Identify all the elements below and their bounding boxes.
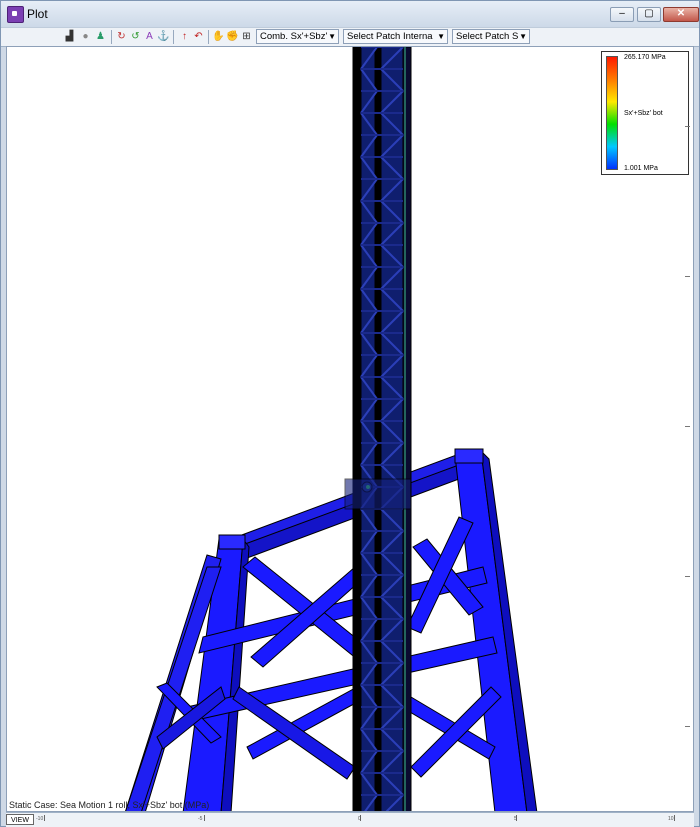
legend-mid-label: Sx'+Sbz' bot	[624, 110, 663, 117]
horizontal-scale: VIEW -10 -5 0 5 10	[6, 812, 694, 827]
color-legend: 265.170 MPa Sx'+Sbz' bot 1.001 MPa	[601, 51, 689, 175]
axis-tick-label: 5	[514, 816, 517, 822]
view-plot-icon[interactable]: ▟	[63, 30, 76, 43]
chevron-down-icon: ▼	[328, 32, 336, 41]
structure-3d-view[interactable]	[7, 47, 694, 812]
arrow-up-icon[interactable]: ↑	[178, 30, 191, 43]
rotate-icon[interactable]: ↻	[115, 30, 128, 43]
plot-viewport[interactable]: 265.170 MPa Sx'+Sbz' bot 1.001 MPa	[6, 46, 694, 812]
patch-interna-select-value: Select Patch Interna	[347, 31, 433, 42]
window-title: Plot	[27, 7, 48, 21]
legend-min-label: 1.001 MPa	[624, 165, 658, 172]
app-icon	[7, 6, 24, 23]
view-label[interactable]: VIEW	[6, 814, 34, 825]
undo-icon[interactable]: ↶	[192, 30, 205, 43]
patch-interna-select[interactable]: Select Patch Interna ▼	[343, 29, 448, 44]
chevron-down-icon: ▼	[519, 32, 527, 41]
maximize-button[interactable]: ▢	[637, 7, 661, 22]
minimize-button[interactable]: –	[610, 7, 634, 22]
jacket-structure	[125, 448, 538, 811]
axis-tick-label: 0	[358, 816, 361, 822]
color-scale-bar	[606, 56, 618, 170]
hand-icon[interactable]: ✋	[212, 30, 225, 43]
legend-max-label: 265.170 MPa	[624, 54, 666, 61]
component-select[interactable]: Comb. Sx'+Sbz' ▼	[256, 29, 339, 44]
chevron-down-icon: ▼	[437, 32, 445, 41]
patch-select[interactable]: Select Patch S ▼	[452, 29, 530, 44]
zoom-fit-icon[interactable]: ⊞	[240, 30, 253, 43]
hand-grab-icon[interactable]: ✊	[226, 30, 239, 43]
vertical-scale	[685, 46, 693, 812]
person-icon[interactable]: ♟	[94, 30, 107, 43]
axis-tick-label: -10	[36, 816, 44, 822]
rotate-alt-icon[interactable]: ↺	[129, 30, 142, 43]
patch-select-value: Select Patch S	[456, 31, 519, 42]
axis-tick-label: -5	[198, 816, 203, 822]
text-label-icon[interactable]: A	[143, 30, 156, 43]
circle-icon[interactable]: ●	[79, 30, 92, 43]
mast-tower	[352, 47, 412, 811]
axis-tick-label: 10	[668, 816, 674, 822]
close-button[interactable]: ✕	[663, 7, 699, 22]
toolbar: ▟ ● ♟ ↻ ↺ A ⚓ ↑ ↶ ✋ ✊ ⊞ Comb. Sx'+Sbz' ▼…	[1, 27, 699, 47]
anchor-icon[interactable]: ⚓	[157, 30, 170, 43]
plot-window: Plot – ▢ ✕ ▟ ● ♟ ↻ ↺ A ⚓ ↑ ↶ ✋ ✊ ⊞ Comb.…	[0, 0, 700, 827]
status-text: Static Case: Sea Motion 1 roll, Sx'+Sbz'…	[9, 800, 210, 810]
component-select-value: Comb. Sx'+Sbz'	[260, 31, 328, 42]
title-bar: Plot – ▢ ✕	[1, 1, 699, 27]
